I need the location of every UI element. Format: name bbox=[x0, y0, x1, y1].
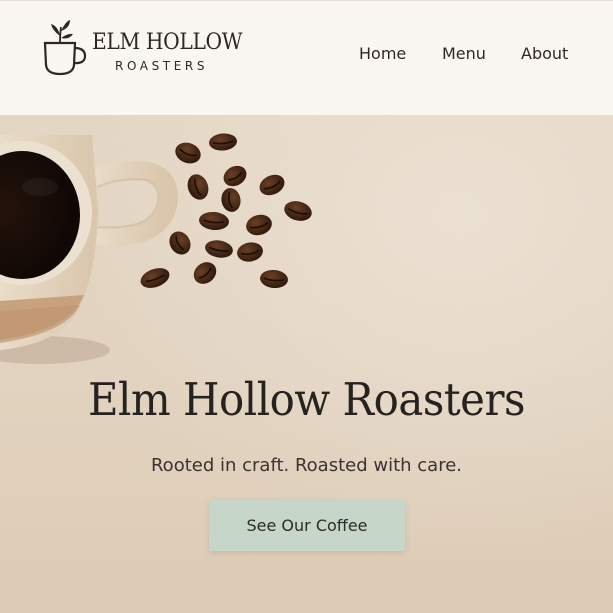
hero-title: Elm Hollow Roasters bbox=[87, 373, 526, 426]
see-our-coffee-button[interactable]: See Our Coffee bbox=[209, 500, 405, 551]
nav-home-link[interactable]: Home bbox=[359, 44, 406, 63]
hero-section: Elm Hollow Roasters Rooted in craft. Roa… bbox=[0, 115, 613, 613]
hero-tagline: Rooted in craft. Roasted with care. bbox=[150, 455, 463, 476]
site-header: ELM HOLLOW ROASTERS Home Menu About bbox=[0, 0, 613, 115]
main-nav: Home Menu About bbox=[0, 44, 613, 68]
hero-image-coffee-cup-and-beans bbox=[0, 133, 312, 364]
nav-about-link[interactable]: About bbox=[521, 44, 568, 63]
page: ELM HOLLOW ROASTERS Home Menu About Elm … bbox=[0, 0, 613, 613]
nav-menu-link[interactable]: Menu bbox=[442, 44, 486, 63]
